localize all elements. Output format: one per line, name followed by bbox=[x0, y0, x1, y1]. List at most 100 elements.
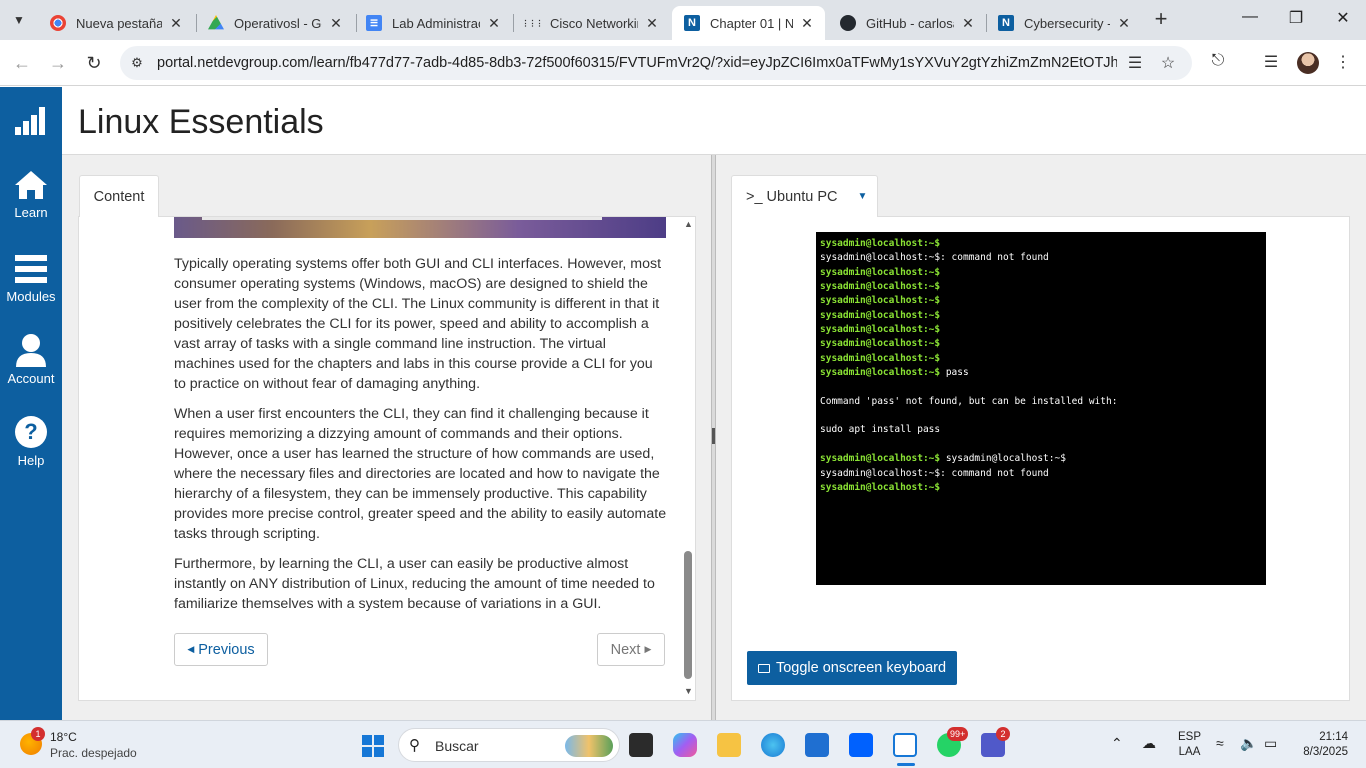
translate-icon[interactable]: ☰ bbox=[1125, 53, 1145, 73]
terminal-prompt: sysadmin@localhost:~$ bbox=[820, 352, 941, 364]
browser-tab[interactable]: Nueva pestaña ✕ bbox=[38, 6, 194, 40]
browser-tab[interactable]: ⋮⋮⋮ Cisco Networkin ✕ bbox=[512, 6, 670, 40]
minimize-icon[interactable]: — bbox=[1227, 8, 1273, 26]
weather-temperature[interactable]: 18°C bbox=[50, 730, 77, 744]
file-explorer-icon[interactable] bbox=[717, 733, 741, 757]
tab-content[interactable]: Content bbox=[79, 175, 159, 217]
terminal-line: sysadmin@localhost:~$: command not found bbox=[820, 251, 1262, 265]
volume-icon[interactable]: 🔈 bbox=[1240, 735, 1257, 752]
sidebar-item-help[interactable]: ? Help bbox=[0, 415, 62, 468]
splitter-grip-icon[interactable] bbox=[712, 428, 715, 444]
lesson-paragraph: Furthermore, by learning the CLI, a user… bbox=[174, 556, 655, 612]
terminal-line: sysadmin@localhost:~$ pass bbox=[820, 366, 1262, 380]
scroll-up-arrow-icon[interactable]: ▲ bbox=[684, 219, 693, 229]
chevron-up-icon[interactable]: ⌃ bbox=[1111, 735, 1123, 752]
new-tab-plus-icon[interactable]: + bbox=[1150, 8, 1172, 30]
signal-bars-logo-icon[interactable] bbox=[15, 107, 45, 135]
browser-tab[interactable]: GitHub - carlosa ✕ bbox=[828, 6, 986, 40]
browser-tab[interactable]: Operativosl - Go ✕ bbox=[196, 6, 354, 40]
url-text[interactable]: portal.netdevgroup.com/learn/fb477d77-7a… bbox=[157, 55, 1117, 71]
scroll-down-arrow-icon[interactable]: ▼ bbox=[684, 686, 693, 696]
terminal-prompt: sysadmin@localhost:~$ bbox=[820, 309, 941, 321]
clock[interactable]: 21:14 8/3/2025 bbox=[1292, 730, 1348, 760]
wifi-icon[interactable]: ≈ bbox=[1216, 735, 1224, 751]
clock-date: 8/3/2025 bbox=[1303, 746, 1348, 758]
copilot-icon[interactable] bbox=[673, 733, 697, 757]
sidebar-item-learn[interactable]: Learn bbox=[0, 169, 62, 220]
toggle-keyboard-button[interactable]: Toggle onscreen keyboard bbox=[747, 651, 957, 685]
browser-tab[interactable]: N Cybersecurity - C ✕ bbox=[986, 6, 1142, 40]
microsoft-store-icon[interactable] bbox=[805, 733, 829, 757]
windows-taskbar: 1 18°C Prac. despejado ⚲ Buscar 99+ 2 ⌃ … bbox=[0, 720, 1366, 768]
close-tab-icon[interactable]: ✕ bbox=[644, 15, 660, 32]
onedrive-icon[interactable]: ☁ bbox=[1142, 735, 1156, 752]
weather-description[interactable]: Prac. despejado bbox=[50, 746, 137, 760]
close-tab-icon[interactable]: ✕ bbox=[960, 15, 976, 32]
terminal-line: sysadmin@localhost:~$ bbox=[820, 337, 1262, 351]
profile-avatar[interactable] bbox=[1297, 52, 1319, 74]
chevron-right-icon: ▶ bbox=[644, 644, 652, 654]
search-highlight-image bbox=[565, 735, 613, 757]
close-tab-icon[interactable]: ✕ bbox=[486, 15, 502, 32]
task-view-icon[interactable] bbox=[629, 733, 653, 757]
previous-button[interactable]: ◀ Previous bbox=[174, 633, 268, 666]
reload-icon[interactable]: ↻ bbox=[81, 50, 107, 76]
terminal-line: sysadmin@localhost:~$: command not found bbox=[820, 467, 1262, 481]
terminal-prompt: sysadmin@localhost:~$ bbox=[820, 338, 941, 350]
menu-kebab-icon[interactable]: ⋮ bbox=[1332, 52, 1354, 72]
browser-tab-active[interactable]: N Chapter 01 | ND ✕ bbox=[672, 6, 825, 40]
browser-tab[interactable]: ☰ Lab Administrac ✕ bbox=[354, 6, 512, 40]
app-sidebar: Learn Modules Account ? Help bbox=[0, 87, 62, 720]
terminal-output: sudo apt install pass bbox=[820, 424, 941, 436]
next-label: Next bbox=[610, 641, 641, 658]
netdevgroup-icon: N bbox=[684, 15, 700, 31]
forward-arrow-icon[interactable]: → bbox=[45, 50, 71, 76]
browser-tab-bar: ▼ Nueva pestaña ✕ Operativosl - Go ✕ ☰ L… bbox=[0, 0, 1366, 40]
terminal-output: sysadmin@localhost:~$: command not found bbox=[820, 467, 1049, 479]
edge-icon[interactable] bbox=[761, 733, 785, 757]
close-tab-icon[interactable]: ✕ bbox=[328, 15, 344, 32]
chrome-icon bbox=[50, 15, 66, 31]
page-title: Linux Essentials bbox=[78, 103, 324, 141]
terminal-line: sysadmin@localhost:~$ bbox=[820, 323, 1262, 337]
dropbox-icon[interactable] bbox=[849, 733, 873, 757]
active-app-icon[interactable] bbox=[893, 733, 917, 757]
sidebar-item-modules[interactable]: Modules bbox=[0, 253, 62, 304]
svg-text:?: ? bbox=[24, 419, 37, 444]
scrollbar-thumb[interactable] bbox=[684, 551, 692, 679]
close-tab-icon[interactable]: ✕ bbox=[168, 15, 184, 32]
taskbar-search[interactable]: ⚲ Buscar bbox=[398, 728, 620, 762]
extensions-icon[interactable]: ⎋ bbox=[1207, 52, 1229, 70]
bookmark-star-icon[interactable]: ☆ bbox=[1158, 53, 1178, 73]
close-window-icon[interactable]: ✕ bbox=[1320, 8, 1366, 28]
close-tab-icon[interactable]: ✕ bbox=[1116, 15, 1132, 32]
github-icon bbox=[840, 15, 856, 31]
battery-icon[interactable]: ▭ bbox=[1264, 735, 1277, 752]
site-settings-icon[interactable]: ⚙ bbox=[128, 54, 146, 72]
address-bar[interactable]: ⚙ portal.netdevgroup.com/learn/fb477d77-… bbox=[120, 46, 1192, 80]
google-drive-icon bbox=[208, 15, 224, 30]
terminal-output: sysadmin@localhost:~$ bbox=[940, 453, 1066, 465]
user-icon bbox=[16, 334, 46, 367]
windows-start-icon[interactable] bbox=[362, 735, 384, 757]
content-scrollbar[interactable]: ▲ ▼ bbox=[681, 217, 695, 700]
caret-down-icon[interactable]: ▼ bbox=[858, 191, 868, 202]
tab-search-chevron-icon[interactable]: ▼ bbox=[6, 7, 32, 33]
tab-ubuntu-pc[interactable]: >_ Ubuntu PC ▼ bbox=[731, 175, 878, 217]
terminal-output: Command 'pass' not found, but can be ins… bbox=[820, 395, 1118, 407]
terminal-console[interactable]: sysadmin@localhost:~$ sysadmin@localhost:… bbox=[816, 232, 1266, 585]
chevron-left-icon: ◀ bbox=[187, 644, 195, 654]
close-tab-icon[interactable]: ✕ bbox=[799, 15, 815, 32]
back-arrow-icon[interactable]: ← bbox=[9, 50, 35, 76]
previous-label: Previous bbox=[198, 641, 255, 658]
terminal-prompt: sysadmin@localhost:~$ bbox=[820, 453, 941, 465]
language-indicator[interactable]: ESP LAA bbox=[1178, 730, 1201, 760]
media-control-icon[interactable]: ☰ bbox=[1260, 52, 1282, 72]
terminal-line: sysadmin@localhost:~$ bbox=[820, 266, 1262, 280]
help-icon: ? bbox=[15, 416, 47, 448]
sidebar-item-account[interactable]: Account bbox=[0, 333, 62, 386]
maximize-icon[interactable]: ❐ bbox=[1273, 8, 1319, 28]
next-button[interactable]: Next ▶ bbox=[597, 633, 665, 666]
google-docs-icon: ☰ bbox=[366, 15, 382, 31]
